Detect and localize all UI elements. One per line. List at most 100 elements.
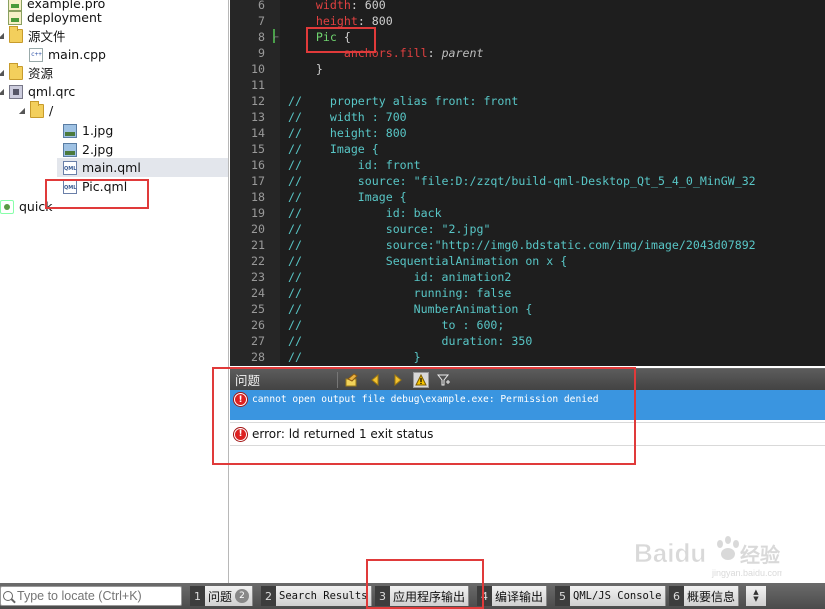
expand-arrow-icon[interactable]: ◢: [17, 106, 27, 115]
code-line[interactable]: // source:"http://img0.bdstatic.com/img/…: [288, 237, 756, 253]
expand-arrow-icon[interactable]: ◢: [0, 68, 6, 77]
expand-arrow-icon[interactable]: ◢: [0, 87, 6, 96]
warning-filter-icon[interactable]: [413, 371, 429, 388]
line-number: 18: [251, 190, 265, 204]
pane-tab-issues[interactable]: 1 问题 2: [190, 586, 254, 606]
qml-file-icon: [63, 179, 77, 194]
code-token: // id: animation2: [288, 270, 512, 284]
code-line[interactable]: // id: back: [288, 205, 442, 221]
code-line[interactable]: // Image {: [288, 189, 407, 205]
code-token: // }: [288, 350, 421, 364]
code-token: // width : 700: [288, 110, 407, 124]
line-number: 19: [251, 206, 265, 220]
pane-tab-compile-output[interactable]: 4 编译输出: [477, 586, 548, 606]
pane-tab-number: 3: [375, 586, 390, 606]
expand-arrow-icon[interactable]: ◢: [0, 31, 6, 40]
line-number: 12: [251, 94, 265, 108]
code-token: // duration: 350: [288, 334, 533, 348]
code-line[interactable]: // source: "2.jpg": [288, 221, 490, 237]
code-line[interactable]: // to : 600;: [288, 317, 504, 333]
code-line[interactable]: // id: front: [288, 157, 421, 173]
code-line[interactable]: height: 800: [288, 13, 393, 29]
code-token: Pic: [315, 30, 337, 44]
issue-row[interactable]: ! cannot open output file debug\example.…: [230, 390, 825, 420]
pane-tab-search-results[interactable]: 2 Search Results: [261, 586, 372, 606]
toggle-output-pane-button[interactable]: ▲ ▼: [746, 586, 766, 606]
tree-item[interactable]: Pic.qml: [0, 177, 228, 196]
pane-tab-label: QML/JS Console: [570, 586, 666, 606]
tree-item[interactable]: 1.jpg: [0, 121, 228, 140]
pane-tab-label: 问题 2: [205, 586, 254, 606]
fold-marker-icon[interactable]: ⌐: [274, 33, 279, 42]
code-token: // source: "file:D:/zzqt/build-qml-Deskt…: [288, 174, 756, 188]
pane-tab-label: 概要信息: [684, 586, 740, 606]
code-token: // to : 600;: [288, 318, 505, 332]
tree-item-label: 资源: [28, 66, 54, 81]
code-line[interactable]: // duration: 350: [288, 333, 532, 349]
issue-count-badge: 2: [235, 589, 250, 603]
locator-box[interactable]: [0, 586, 182, 606]
line-number: 26: [251, 318, 265, 332]
tree-item[interactable]: ◢ 资源: [0, 62, 228, 82]
code-line[interactable]: // property alias front: front: [288, 93, 518, 109]
tree-item[interactable]: ◢ 源文件: [0, 25, 228, 45]
issue-row[interactable]: ! error: ld returned 1 exit status: [230, 422, 825, 446]
tree-item[interactable]: quick: [0, 197, 228, 216]
code-token: anchors.fill: [343, 46, 428, 60]
pane-tab-number: 2: [261, 586, 276, 606]
pane-tab-number: 4: [477, 586, 492, 606]
line-number: 15: [251, 142, 265, 156]
code-token: // Image {: [288, 190, 407, 204]
issue-message: cannot open output file debug\example.ex…: [252, 394, 599, 405]
tree-item[interactable]: ◢ /: [0, 100, 228, 120]
pane-tab-qml-js-console[interactable]: 5 QML/JS Console: [555, 586, 666, 606]
toolbar-separator: [337, 371, 338, 388]
code-token: // source: "2.jpg": [288, 222, 491, 236]
output-pane-bar: 1 问题 2 2 Search Results 3 应用程序输出 4 编译输出 …: [0, 583, 825, 609]
line-number: 17: [251, 174, 265, 188]
code-line[interactable]: // }: [288, 349, 421, 365]
code-line[interactable]: Pic {: [288, 29, 351, 45]
line-number: 27: [251, 334, 265, 348]
issues-panel-title: 问题: [235, 373, 261, 388]
code-line[interactable]: width: 600: [288, 0, 386, 13]
code-line[interactable]: // source: "file:D:/zzqt/build-qml-Deskt…: [288, 173, 756, 189]
tree-item-label: 1.jpg: [82, 123, 114, 138]
code-line[interactable]: // running: false: [288, 285, 511, 301]
issues-list: ! cannot open output file debug\example.…: [230, 390, 825, 583]
pro-file-icon: [8, 10, 22, 25]
code-line[interactable]: // Image {: [288, 141, 379, 157]
tree-item[interactable]: deployment: [0, 8, 228, 27]
issues-panel-header: 问题: [230, 368, 825, 390]
code-line[interactable]: // id: animation2: [288, 269, 511, 285]
code-editor[interactable]: 6 7 8 9 10 11 12 13 14 15 16 17 18 19 20 21 22 23 24 25 26 27…: [230, 0, 825, 366]
tree-item[interactable]: main.cpp: [0, 45, 228, 64]
pane-tab-application-output[interactable]: 3 应用程序输出: [375, 586, 470, 606]
tree-item-label: /: [49, 103, 54, 118]
tree-item[interactable]: 2.jpg: [0, 140, 228, 159]
locator-input[interactable]: [17, 589, 177, 603]
tree-item-label: deployment: [27, 10, 102, 25]
tree-item-label: quick: [19, 199, 53, 214]
code-line[interactable]: // NumberAnimation {: [288, 301, 532, 317]
tree-item[interactable]: ◢ qml.qrc: [0, 82, 228, 101]
clear-icon[interactable]: [344, 372, 360, 388]
prev-arrow-icon[interactable]: [367, 372, 383, 388]
tree-item-label: main.qml: [82, 160, 141, 175]
code-line[interactable]: // width : 700: [288, 109, 407, 125]
code-token: // SequentialAnimation on x {: [288, 254, 568, 268]
search-icon: [3, 591, 13, 601]
code-token: : 800: [357, 14, 393, 28]
image-file-icon: [63, 142, 77, 157]
code-line[interactable]: }: [288, 61, 323, 77]
code-line[interactable]: // height: 800: [288, 125, 407, 141]
filter-icon[interactable]: [436, 372, 452, 388]
tree-item[interactable]: main.qml: [57, 158, 228, 177]
pane-tab-general-messages[interactable]: 6 概要信息: [669, 586, 740, 606]
code-line[interactable]: anchors.fill: parent: [288, 45, 484, 61]
next-arrow-icon[interactable]: [390, 372, 406, 388]
line-number: 9: [258, 46, 265, 60]
image-file-icon: [63, 123, 77, 138]
code-line[interactable]: // SequentialAnimation on x {: [288, 253, 567, 269]
